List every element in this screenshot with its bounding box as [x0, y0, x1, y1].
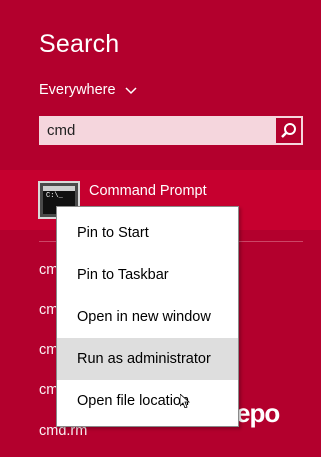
mouse-cursor-icon — [180, 394, 190, 408]
menu-item-pin-to-taskbar[interactable]: Pin to Taskbar — [57, 254, 238, 296]
search-scope-dropdown[interactable]: Everywhere — [39, 82, 138, 98]
search-title: Search — [39, 30, 120, 58]
search-scope-label: Everywhere — [39, 82, 116, 98]
search-button[interactable] — [274, 116, 303, 145]
watermark-logo: epo — [236, 398, 280, 428]
search-input[interactable] — [39, 117, 274, 144]
chevron-down-icon — [125, 87, 137, 95]
menu-item-pin-to-start[interactable]: Pin to Start — [57, 212, 238, 254]
menu-item-run-as-administrator[interactable]: Run as administrator — [57, 338, 238, 380]
context-menu: Pin to Start Pin to Taskbar Open in new … — [56, 206, 239, 427]
console-prompt-text: C:\_ — [46, 192, 63, 200]
menu-item-open-in-new-window[interactable]: Open in new window — [57, 296, 238, 338]
search-box — [39, 116, 303, 145]
console-titlebar — [43, 186, 75, 191]
search-result-label[interactable]: Command Prompt — [89, 183, 207, 199]
search-charm-panel: Search Everywhere C:\_ Command Prompt cm… — [0, 0, 321, 457]
menu-item-open-file-location[interactable]: Open file location — [57, 380, 238, 422]
search-icon — [281, 123, 296, 138]
